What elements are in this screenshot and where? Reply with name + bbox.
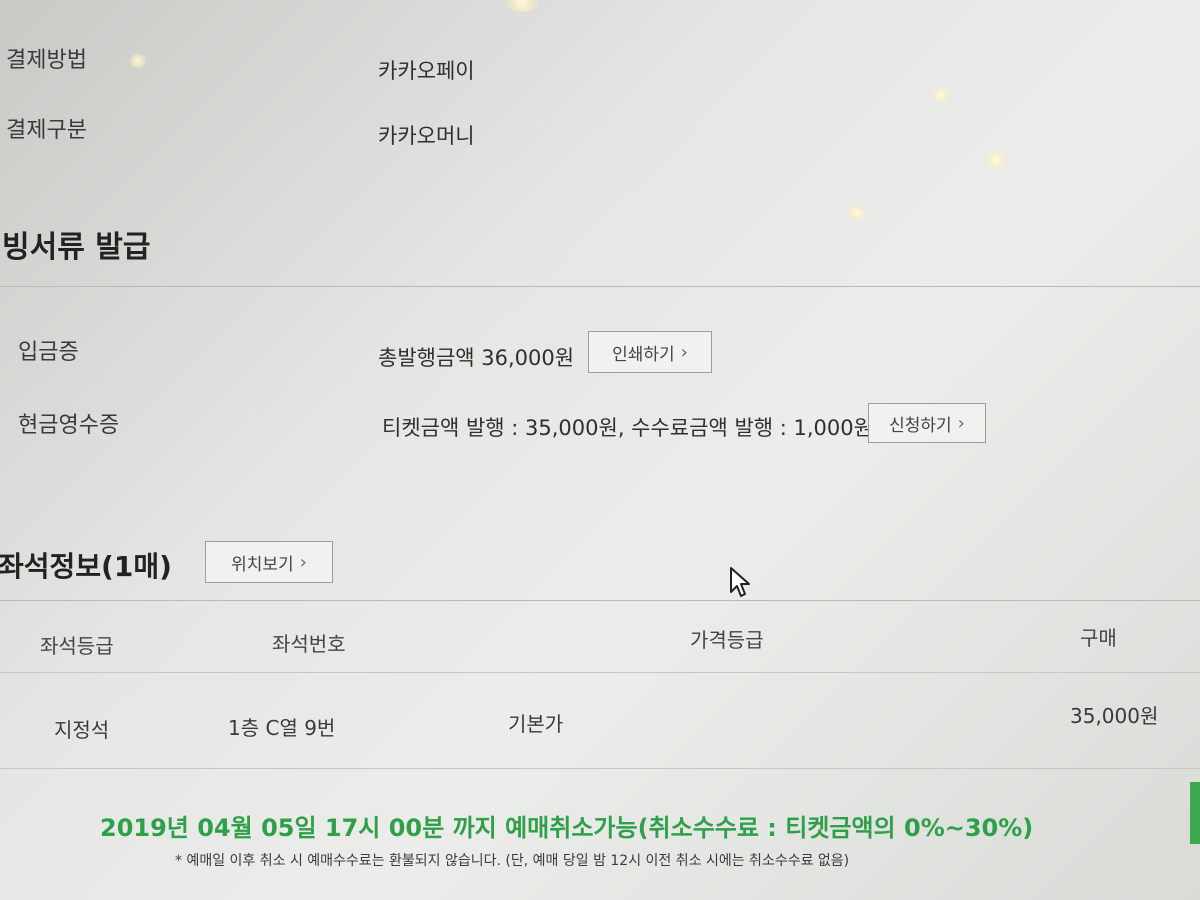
light-reflection bbox=[505, 0, 539, 12]
side-accent-bar bbox=[1190, 782, 1200, 844]
documents-section-title: 빙서류 발급 bbox=[2, 230, 151, 265]
mouse-pointer-icon bbox=[729, 566, 751, 602]
refund-footnote: * 예매일 이후 취소 시 예매수수료는 환불되지 않습니다. (단, 예매 당… bbox=[175, 853, 850, 869]
seat-table-header-divider bbox=[0, 672, 1200, 673]
cancel-deadline-notice: 2019년 04월 05일 17시 00분 까지 예매취소가능(취소수수료 : … bbox=[100, 814, 1034, 842]
light-reflection bbox=[848, 206, 866, 220]
print-button-label: 인쇄하기 bbox=[612, 344, 675, 365]
apply-button[interactable]: 신청하기 › bbox=[868, 403, 986, 443]
chevron-right-icon: › bbox=[299, 551, 307, 573]
seat-table-top-divider bbox=[0, 600, 1200, 601]
seat-table-bottom-divider bbox=[0, 768, 1200, 769]
apply-button-label: 신청하기 bbox=[889, 415, 952, 436]
cash-receipt-label: 현금영수증 bbox=[18, 413, 120, 438]
print-button[interactable]: 인쇄하기 › bbox=[588, 331, 712, 373]
screen: 결제방법 카카오페이 결제구분 카카오머니 빙서류 발급 입금증 총발행금액 3… bbox=[0, 0, 1200, 900]
view-location-button-label: 위치보기 bbox=[231, 554, 294, 575]
light-reflection bbox=[932, 88, 950, 102]
column-header-purchase: 구매 bbox=[1080, 626, 1117, 650]
seat-section-title: 좌석정보(1매) bbox=[0, 550, 172, 583]
payment-method-label: 결제방법 bbox=[6, 48, 87, 73]
payment-method-value: 카카오페이 bbox=[378, 59, 475, 83]
deposit-label: 입금증 bbox=[18, 340, 79, 365]
view-location-button[interactable]: 위치보기 › bbox=[205, 541, 333, 583]
seat-number-cell: 1층 C열 9번 bbox=[228, 716, 336, 740]
column-header-seat-grade: 좌석등급 bbox=[40, 634, 114, 658]
payment-type-value: 카카오머니 bbox=[378, 124, 475, 148]
payment-type-label: 결제구분 bbox=[6, 118, 87, 143]
chevron-right-icon: › bbox=[957, 412, 965, 434]
price-grade-cell: 기본가 bbox=[508, 712, 564, 736]
column-header-price-grade: 가격등급 bbox=[690, 628, 764, 652]
cash-receipt-value: 티켓금액 발행 : 35,000원, 수수료금액 발행 : 1,000원 bbox=[382, 416, 873, 440]
chevron-right-icon: › bbox=[680, 341, 688, 363]
deposit-value: 총발행금액 36,000원 bbox=[378, 346, 575, 370]
light-reflection bbox=[985, 152, 1007, 168]
column-header-seat-number: 좌석번호 bbox=[272, 632, 346, 656]
documents-divider bbox=[0, 286, 1200, 287]
price-cell: 35,000원 bbox=[1070, 704, 1159, 728]
seat-grade-cell: 지정석 bbox=[54, 718, 110, 742]
light-reflection bbox=[130, 54, 146, 68]
